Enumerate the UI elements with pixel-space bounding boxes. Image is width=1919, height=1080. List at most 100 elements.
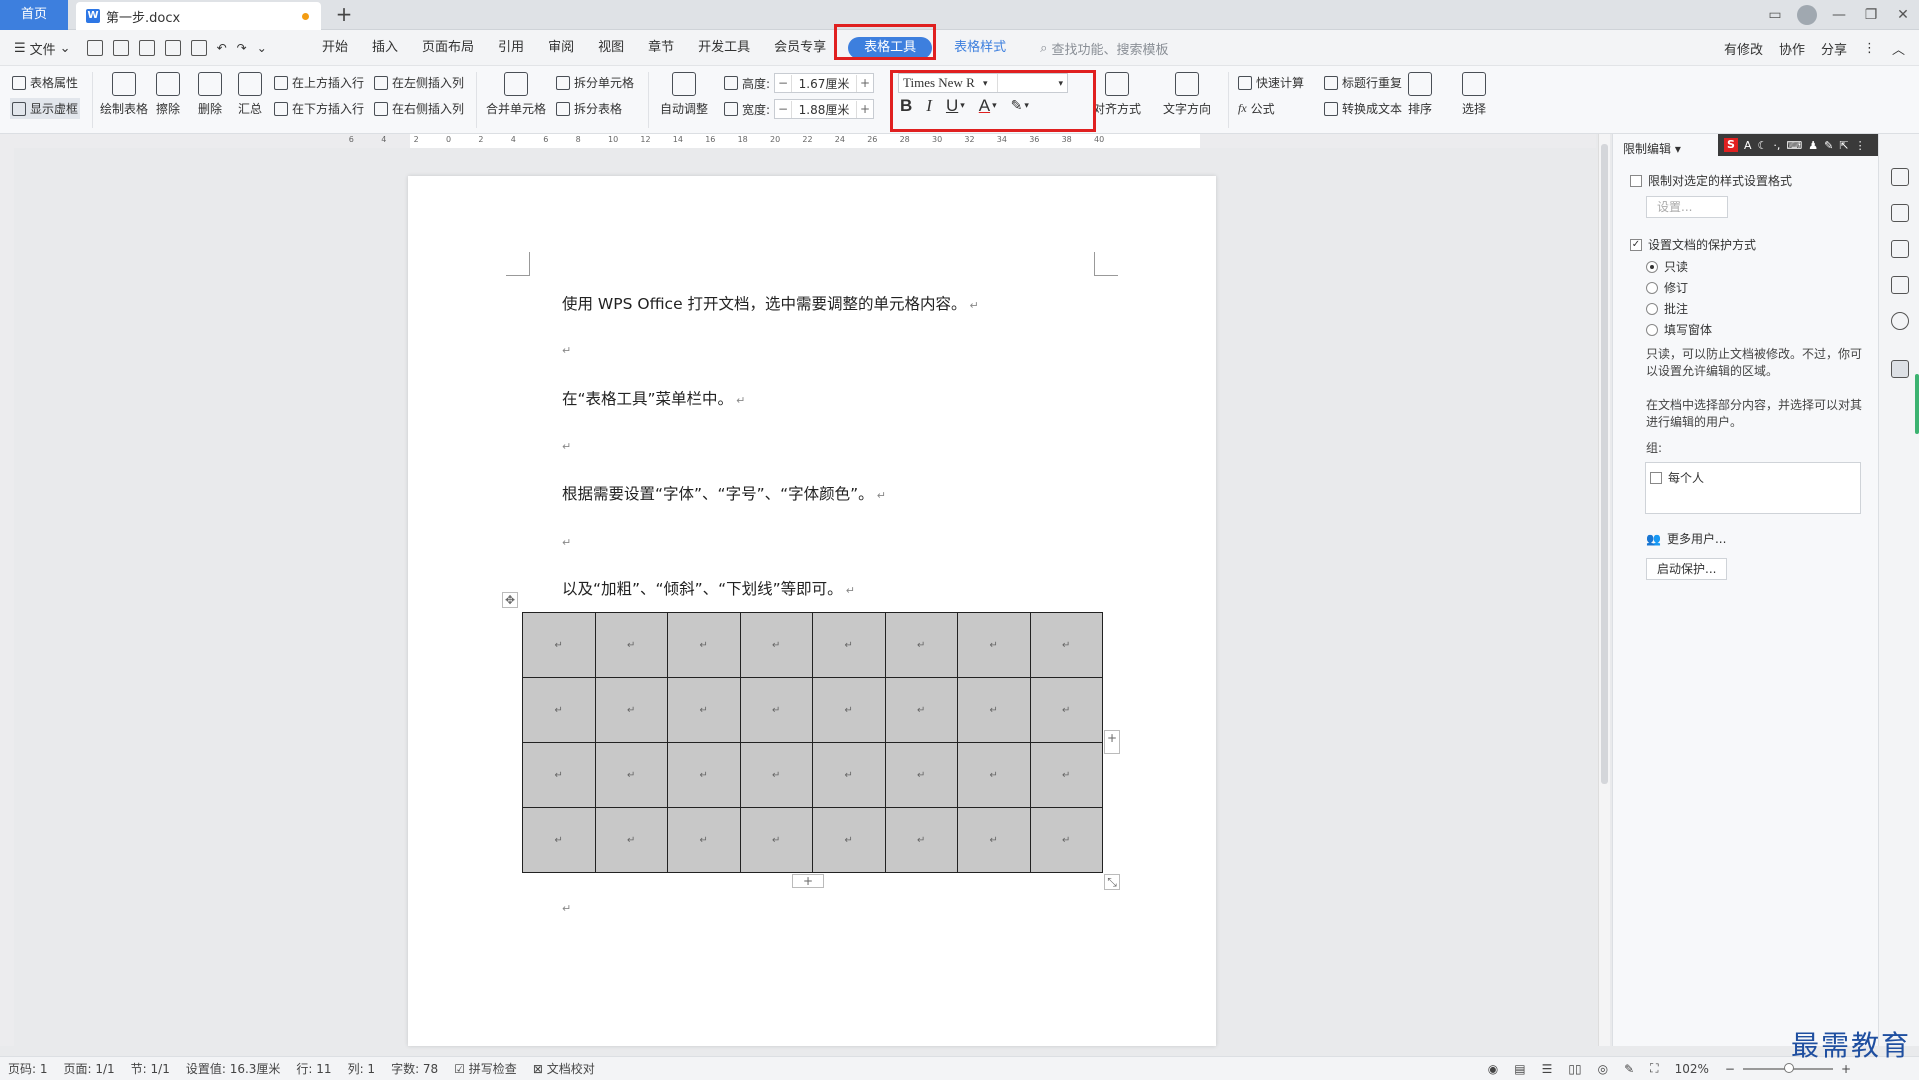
tab-member[interactable]: 会员专享 <box>762 30 838 66</box>
table-cell[interactable]: ↵ <box>884 742 958 808</box>
help-icon[interactable] <box>1891 312 1909 330</box>
erase-button[interactable]: 擦除 <box>144 72 192 117</box>
restore-button[interactable]: ❐ <box>1855 7 1887 23</box>
new-doc-icon[interactable] <box>86 40 103 56</box>
new-tab-button[interactable]: + <box>332 0 356 30</box>
table-cell[interactable]: ↵ <box>522 612 596 678</box>
sogou-ime-icon[interactable]: S <box>1724 138 1738 152</box>
table-cell[interactable]: ↵ <box>812 742 886 808</box>
insert-below-button[interactable]: 在下方插入行 <box>274 100 364 117</box>
page-view-icon[interactable]: ▤ <box>1506 1062 1533 1076</box>
zoom-slider[interactable] <box>1742 1062 1833 1073</box>
quick-calc-button[interactable]: 快速计算 <box>1238 74 1304 91</box>
search-input[interactable]: ⌕ 查找功能、搜索模板 <box>1040 39 1168 58</box>
zoom-level[interactable]: 102% <box>1667 1062 1717 1076</box>
radio-forms[interactable]: 填写窗体 <box>1646 321 1712 338</box>
table-resize-handle-icon[interactable]: ⤡ <box>1104 874 1120 890</box>
outline-view-icon[interactable]: ☰ <box>1534 1062 1561 1076</box>
table-cell[interactable]: ↵ <box>522 807 596 873</box>
ime-more-icon[interactable]: ⋮ <box>1855 139 1866 152</box>
paragraph[interactable]: 根据需要设置“字体”、“字号”、“字体颜色”。 ↵ <box>562 482 886 504</box>
moon-icon[interactable]: ☾ <box>1758 139 1768 152</box>
wrench-icon[interactable]: ✎ <box>1824 139 1833 152</box>
share-button[interactable]: 分享 <box>1821 39 1847 58</box>
more-users-link[interactable]: 👥 更多用户... <box>1646 530 1726 547</box>
keyboard-icon[interactable]: ⌨ <box>1786 139 1802 152</box>
undo-icon[interactable]: ↶ <box>217 41 227 55</box>
save-icon[interactable] <box>112 40 129 56</box>
document-scrollbar[interactable] <box>1598 134 1610 1046</box>
redo-icon[interactable]: ↷ <box>237 41 247 55</box>
document-page[interactable]: 使用 WPS Office 打开文档，选中需要调整的单元格内容。 ↵ ↵ 在“表格… <box>408 176 1216 1046</box>
workspace-icon[interactable]: ▭ <box>1759 7 1791 23</box>
cursor-icon[interactable] <box>1891 240 1909 258</box>
auto-fit-button[interactable]: 自动调整 <box>652 72 716 117</box>
table-cell[interactable]: ↵ <box>739 677 813 743</box>
table-cell[interactable]: ↵ <box>884 807 958 873</box>
style-icon[interactable] <box>1891 168 1909 186</box>
table-cell[interactable]: ↵ <box>884 612 958 678</box>
status-col[interactable]: 列: 1 <box>340 1060 384 1077</box>
summary-button[interactable]: 汇总 <box>228 72 272 117</box>
tab-layout[interactable]: 页面布局 <box>410 30 486 66</box>
table-cell[interactable]: ↵ <box>522 742 596 808</box>
insert-above-button[interactable]: 在上方插入行 <box>274 74 364 91</box>
settings-sliders-icon[interactable] <box>1891 276 1909 294</box>
start-protect-button[interactable]: 启动保护... <box>1646 558 1728 580</box>
width-stepper[interactable]: − 1.88厘米 + <box>774 99 875 119</box>
tab-section[interactable]: 章节 <box>636 30 686 66</box>
show-gridlines-button[interactable]: 显示虚框 <box>10 98 81 119</box>
more-icon[interactable]: ⋮ <box>1863 41 1876 56</box>
status-row[interactable]: 行: 11 <box>288 1060 339 1077</box>
radio-comments[interactable]: 批注 <box>1646 300 1688 317</box>
web-view-icon[interactable]: ◎ <box>1590 1062 1616 1076</box>
tab-developer[interactable]: 开发工具 <box>686 30 762 66</box>
paragraph[interactable]: 使用 WPS Office 打开文档，选中需要调整的单元格内容。 ↵ <box>562 292 979 314</box>
eye-protect-icon[interactable]: ◉ <box>1480 1062 1506 1076</box>
status-setting[interactable]: 设置值: 16.3厘米 <box>178 1060 289 1077</box>
horizontal-ruler[interactable]: 6 4 2 0 2 4 6 8 10 12 14 16 18 20 22 24 26 28 30 32 34 36 38 40 <box>0 134 1596 148</box>
add-column-button[interactable]: + <box>1104 730 1120 754</box>
paragraph[interactable]: 以及“加粗”、“倾斜”、“下划线”等即可。 ↵ <box>562 577 855 599</box>
print-icon[interactable] <box>164 40 181 56</box>
fit-page-icon[interactable]: ⛶ <box>1642 1061 1666 1076</box>
text-direction-button[interactable]: 文字方向 <box>1156 72 1218 117</box>
table-cell[interactable]: ↵ <box>739 612 813 678</box>
document-tab[interactable]: W 第一步.docx <box>76 2 321 30</box>
width-increase-button[interactable]: + <box>857 102 873 116</box>
height-increase-button[interactable]: + <box>857 76 873 90</box>
split-table-button[interactable]: 拆分表格 <box>556 100 622 117</box>
table-props-button[interactable]: 表格属性 <box>12 74 78 91</box>
tab-table-style[interactable]: 表格样式 <box>942 30 1018 66</box>
table-cell[interactable]: ↵ <box>667 742 741 808</box>
share-icon[interactable]: ⇱ <box>1839 139 1848 152</box>
user-icon[interactable]: ♟ <box>1808 139 1818 152</box>
tab-start[interactable]: 开始 <box>310 30 360 66</box>
changes-button[interactable]: 有修改 <box>1724 39 1763 58</box>
table-cell[interactable]: ↵ <box>1029 677 1103 743</box>
everyone-checkbox[interactable]: 每个人 <box>1650 469 1704 486</box>
table-cell[interactable]: ↵ <box>739 807 813 873</box>
zoom-slider-knob[interactable] <box>1783 1062 1794 1073</box>
select-button[interactable]: 选择 <box>1450 72 1498 117</box>
table-cell[interactable]: ↵ <box>1029 742 1103 808</box>
table-cell[interactable]: ↵ <box>667 677 741 743</box>
add-row-button[interactable]: + <box>792 874 824 888</box>
group-list[interactable]: 每个人 <box>1645 462 1861 514</box>
document-table[interactable]: ↵ ↵ ↵ ↵ ↵ ↵ ↵ ↵ ↵ ↵ ↵ ↵ ↵ ↵ ↵ ↵ ↵ ↵ ↵ ↵ ↵ ↵ ↵ ↵ ↵ ↵ ↵ ↵ ↵ ↵ ↵ ↵ <box>522 612 1103 873</box>
collab-button[interactable]: 协作 <box>1779 39 1805 58</box>
height-decrease-button[interactable]: − <box>775 76 791 90</box>
home-tab[interactable]: 首页 <box>0 0 68 30</box>
table-cell[interactable]: ↵ <box>812 612 886 678</box>
table-cell[interactable]: ↵ <box>957 742 1031 808</box>
status-section[interactable]: 节: 1/1 <box>123 1060 178 1077</box>
limit-format-checkbox[interactable]: 限制对选定的样式设置格式 <box>1630 172 1792 189</box>
status-page-number[interactable]: 页码: 1 <box>0 1060 56 1077</box>
table-cell[interactable]: ↵ <box>594 807 668 873</box>
delete-button[interactable]: 删除 <box>186 72 234 117</box>
table-cell[interactable]: ↵ <box>594 612 668 678</box>
repeat-header-button[interactable]: 标题行重复 <box>1324 74 1402 91</box>
table-cell[interactable]: ↵ <box>957 807 1031 873</box>
table-cell[interactable]: ↵ <box>812 807 886 873</box>
table-cell[interactable]: ↵ <box>594 677 668 743</box>
